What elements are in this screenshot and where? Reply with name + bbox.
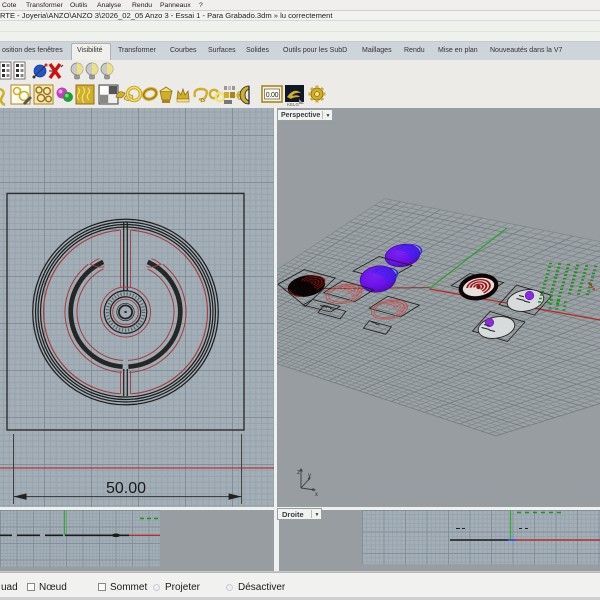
svg-text:z: z — [297, 470, 300, 476]
svg-text:50.00: 50.00 — [106, 480, 146, 497]
svg-text:y: y — [308, 473, 311, 479]
svg-text:KELG: KELG — [287, 102, 300, 107]
svg-text:0.00: 0.00 — [266, 92, 279, 99]
svg-text:x: x — [315, 492, 318, 498]
